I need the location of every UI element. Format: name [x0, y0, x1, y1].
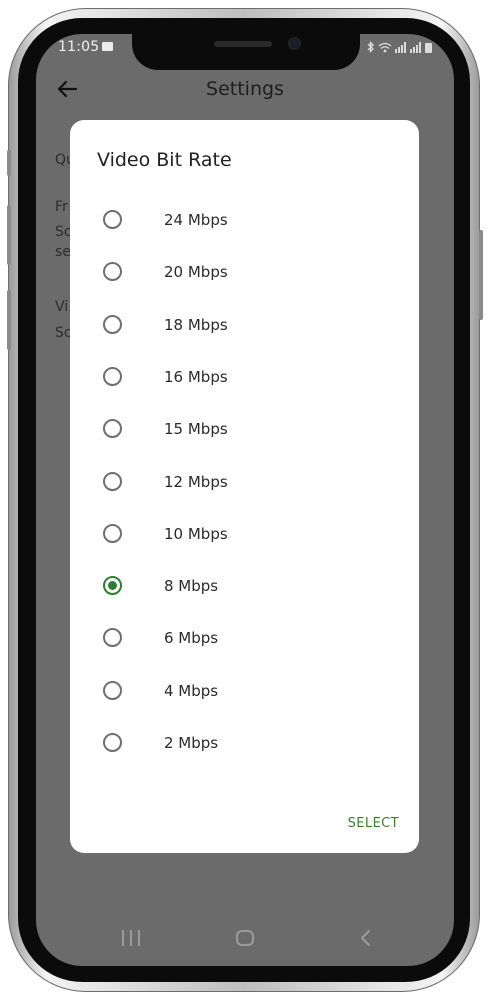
bitrate-option[interactable]: 24 Mbps [70, 199, 419, 243]
bitrate-option[interactable]: 20 Mbps [70, 251, 419, 295]
bitrate-option[interactable]: 2 Mbps [70, 722, 419, 766]
option-label: 2 Mbps [164, 734, 219, 752]
recent-apps-icon[interactable] [122, 930, 140, 946]
navigation-bar [36, 922, 454, 958]
radio-button[interactable] [103, 681, 122, 700]
radio-button[interactable] [103, 628, 122, 647]
radio-button[interactable] [103, 524, 122, 543]
option-label: 15 Mbps [164, 420, 228, 438]
bitrate-option[interactable]: 18 Mbps [70, 304, 419, 348]
radio-button[interactable] [103, 472, 122, 491]
option-label: 16 Mbps [164, 368, 228, 386]
notch [132, 34, 360, 70]
radio-button[interactable] [103, 576, 122, 595]
radio-button[interactable] [103, 419, 122, 438]
option-label: 4 Mbps [164, 682, 219, 700]
power-button [479, 230, 483, 320]
dialog-title: Video Bit Rate [97, 149, 232, 171]
volume-down-button [7, 290, 11, 350]
volume-up-button [7, 205, 11, 265]
radio-button[interactable] [103, 210, 122, 229]
status-icons [367, 41, 432, 53]
select-button[interactable]: SELECT [348, 816, 399, 831]
option-label: 8 Mbps [164, 577, 219, 595]
wifi-icon [378, 42, 392, 53]
app-bar: Settings [36, 70, 454, 114]
bitrate-option[interactable]: 10 Mbps [70, 513, 419, 557]
setting-label: Fr [55, 199, 68, 215]
home-icon[interactable] [236, 930, 254, 946]
radio-button[interactable] [103, 367, 122, 386]
bitrate-option[interactable]: 6 Mbps [70, 617, 419, 661]
option-label: 24 Mbps [164, 211, 228, 229]
bitrate-dialog: Video Bit Rate 24 Mbps 20 Mbps 18 Mbps 1… [70, 120, 419, 853]
bitrate-option[interactable]: 4 Mbps [70, 670, 419, 714]
radio-button[interactable] [103, 315, 122, 334]
speaker-grille [214, 41, 272, 47]
option-label: 10 Mbps [164, 525, 228, 543]
page-title: Settings [206, 78, 284, 100]
bluetooth-icon [367, 41, 374, 53]
gallery-icon [102, 42, 113, 51]
option-label: 6 Mbps [164, 629, 219, 647]
radio-button[interactable] [103, 733, 122, 752]
bitrate-option[interactable]: 12 Mbps [70, 461, 419, 505]
option-label: 18 Mbps [164, 316, 228, 334]
nav-back-icon[interactable] [356, 928, 376, 948]
option-label: 12 Mbps [164, 473, 228, 491]
signal-icon [395, 42, 406, 53]
bitrate-option[interactable]: 16 Mbps [70, 356, 419, 400]
setting-summary: se [55, 244, 71, 260]
option-label: 20 Mbps [164, 263, 228, 281]
radio-button[interactable] [103, 262, 122, 281]
signal-icon [410, 42, 421, 53]
screen: 11:05 Settings Qu Fr Sc se Vi Sc Video B… [36, 34, 454, 966]
mute-switch [7, 150, 11, 176]
bitrate-option[interactable]: 15 Mbps [70, 408, 419, 452]
status-time: 11:05 [58, 39, 100, 55]
front-camera [288, 37, 301, 50]
setting-label: Vi [55, 299, 69, 315]
battery-icon [425, 43, 432, 53]
bitrate-option[interactable]: 8 Mbps [70, 565, 419, 609]
